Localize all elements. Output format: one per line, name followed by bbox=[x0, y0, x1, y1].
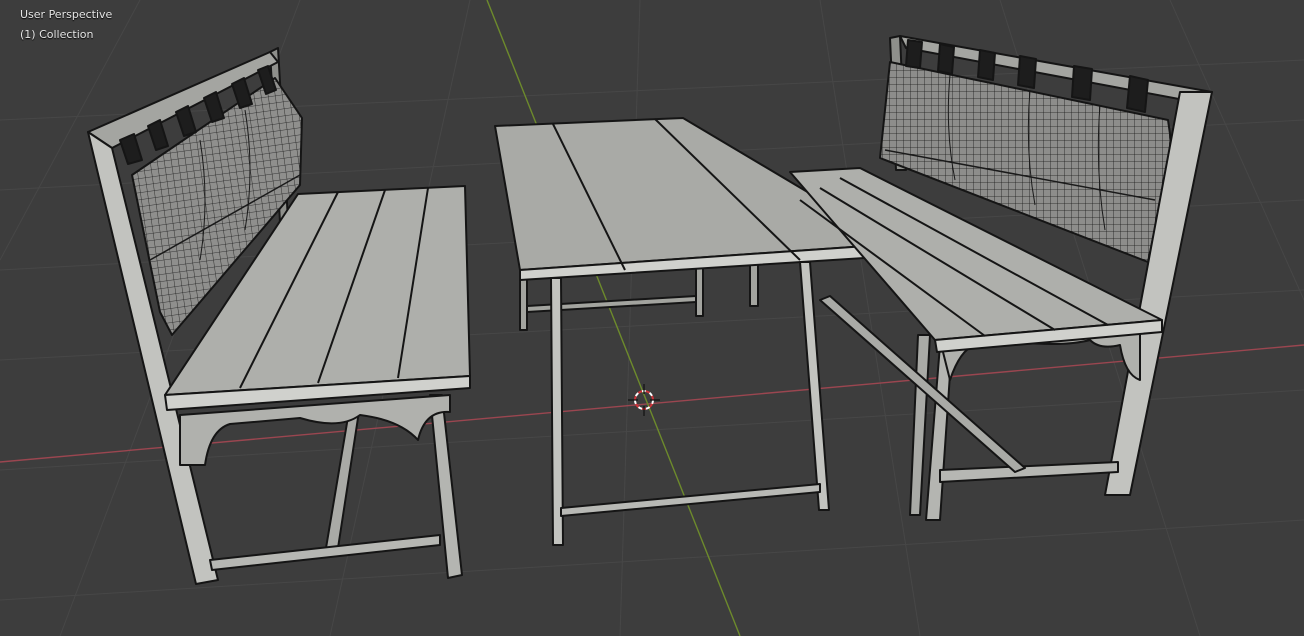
right-bench[interactable] bbox=[789, 35, 1213, 521]
3d-cursor[interactable] bbox=[628, 384, 660, 416]
3d-viewport[interactable]: User Perspective (1) Collection bbox=[0, 0, 1304, 636]
left-bench[interactable] bbox=[87, 47, 471, 585]
collection-label: (1) Collection bbox=[20, 28, 94, 41]
view-mode-label: User Perspective bbox=[20, 8, 113, 21]
viewport-scene[interactable] bbox=[0, 0, 1304, 636]
